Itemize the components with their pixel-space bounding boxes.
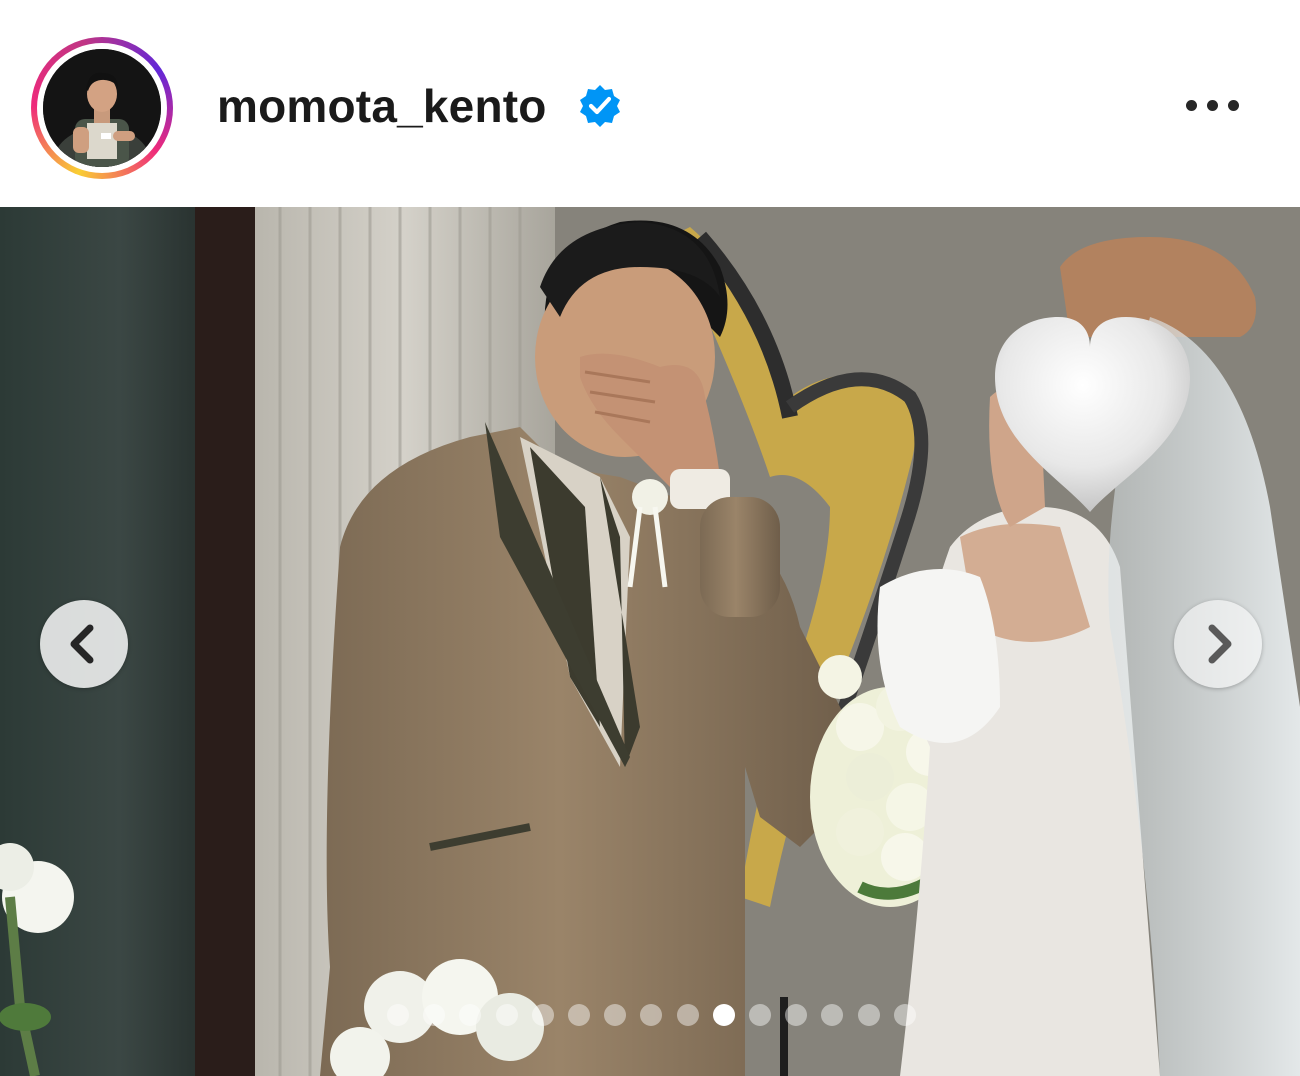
carousel-dot	[531, 1004, 554, 1026]
carousel-dot	[495, 1004, 518, 1026]
more-dot	[1186, 100, 1197, 111]
wedding-photo	[0, 207, 1300, 1076]
verified-badge-icon	[580, 85, 620, 127]
carousel-dot	[821, 1004, 844, 1026]
carousel-dot	[749, 1004, 771, 1026]
more-options-button[interactable]	[1180, 88, 1246, 122]
avatar[interactable]	[43, 49, 161, 167]
carousel-dot	[893, 1004, 916, 1026]
carousel-indicator	[0, 1000, 1300, 1030]
chevron-left-icon	[70, 624, 94, 664]
chevron-right-icon	[1208, 624, 1232, 664]
carousel-dot-active	[712, 1004, 735, 1026]
carousel-dot	[459, 1004, 482, 1026]
carousel-dot	[604, 1004, 627, 1026]
more-dot	[1207, 100, 1218, 111]
carousel-dot	[387, 1004, 409, 1026]
username[interactable]: momota_kento	[217, 80, 547, 132]
more-dot	[1228, 100, 1239, 111]
carousel-dot	[640, 1004, 663, 1026]
carousel-dot	[785, 1004, 808, 1026]
carousel-prev-button[interactable]	[40, 600, 128, 688]
carousel-dot	[857, 1004, 880, 1026]
carousel-next-button[interactable]	[1174, 600, 1262, 688]
carousel-dot	[676, 1004, 699, 1026]
post-header: momota_kento	[0, 0, 1300, 207]
story-ring[interactable]	[31, 37, 173, 179]
carousel-dot	[568, 1004, 590, 1026]
post-photo[interactable]	[0, 207, 1300, 1076]
carousel-dot	[423, 1004, 446, 1026]
avatar-image	[43, 49, 161, 167]
